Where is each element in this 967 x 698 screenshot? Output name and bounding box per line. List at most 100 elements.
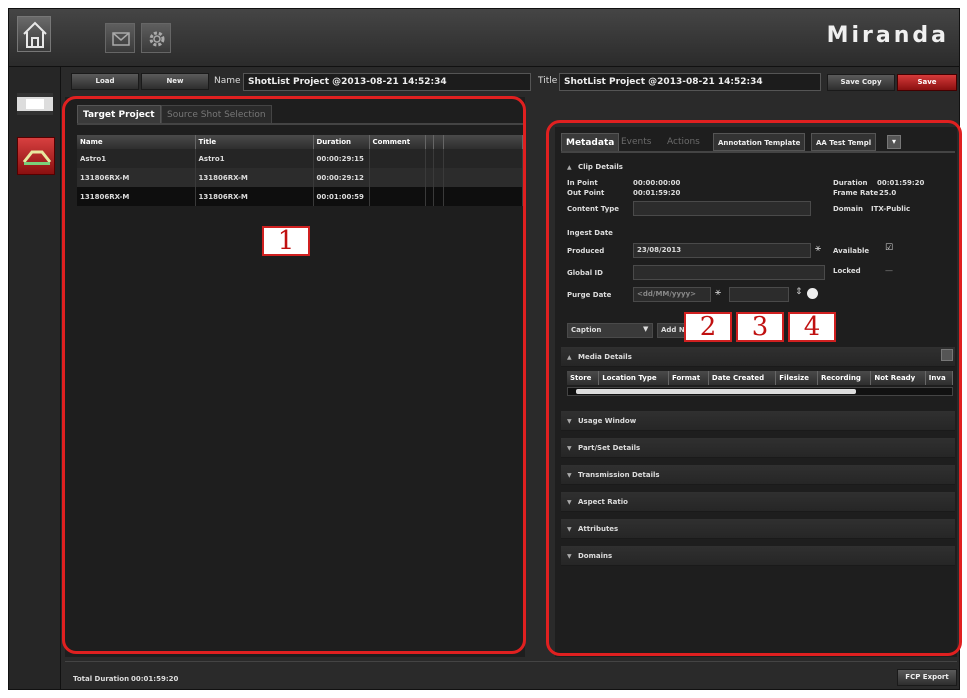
brand-logo: Miranda <box>826 23 949 48</box>
aspect-ratio-section[interactable]: ▼ Aspect Ratio <box>561 492 955 512</box>
domain-label: Domain <box>833 205 864 213</box>
clock-icon[interactable] <box>807 288 818 299</box>
part-set-details-section[interactable]: ▼ Part/Set Details <box>561 438 955 458</box>
column-header-filesize[interactable]: Filesize <box>775 371 818 385</box>
tab-underline <box>77 123 523 125</box>
home-button[interactable] <box>17 16 51 52</box>
film-strip-button[interactable] <box>15 89 55 119</box>
column-header-duration[interactable]: Duration <box>313 135 370 149</box>
column-header-format[interactable]: Format <box>668 371 709 385</box>
column-header-not-ready[interactable]: Not Ready <box>870 371 926 385</box>
save-button[interactable]: Save <box>897 74 957 91</box>
locked-label: Locked <box>833 267 861 275</box>
cell-extra <box>425 187 434 206</box>
tab-metadata[interactable]: Metadata <box>561 133 620 151</box>
expand-icon: ▼ <box>567 499 572 506</box>
tab-annotation-template[interactable]: Annotation Template <box>713 133 806 151</box>
name-label: Name <box>214 76 241 86</box>
attributes-section[interactable]: ▼ Attributes <box>561 519 955 539</box>
purge-date-field[interactable]: <dd/MM/yyyy> <box>633 287 711 302</box>
cell-extra2 <box>433 149 444 168</box>
tab-events[interactable]: Events <box>617 133 655 151</box>
caption-select[interactable]: Caption <box>567 323 653 338</box>
duration-value: 00:01:59:20 <box>877 179 925 187</box>
total-duration-value: 00:01:59:20 <box>131 675 179 683</box>
cell-title: 131806RX-M <box>195 187 314 206</box>
expand-icon: ▼ <box>567 472 572 479</box>
table-row[interactable]: 131806RX-M 131806RX-M 00:01:00:59 <box>77 187 523 206</box>
cell-duration: 00:00:29:12 <box>313 168 370 187</box>
column-header-title[interactable]: Title <box>195 135 314 149</box>
column-header-invalid[interactable]: Inva <box>925 371 954 385</box>
transmission-details-section[interactable]: ▼ Transmission Details <box>561 465 955 485</box>
usage-window-section[interactable]: ▼ Usage Window <box>561 411 955 431</box>
domain-value: ITX-Public <box>871 205 911 213</box>
clip-details-header[interactable]: ▲ Clip Details <box>561 157 955 177</box>
scrollbar-thumb[interactable] <box>576 389 856 394</box>
purge-time-field[interactable] <box>729 287 789 302</box>
locked-checkbox[interactable]: — <box>885 266 893 275</box>
calendar-icon[interactable]: ⚹ <box>815 243 821 254</box>
column-header-name[interactable]: Name <box>77 135 196 149</box>
tab-source-shot-selection[interactable]: Source Shot Selection <box>161 105 272 123</box>
content-type-label: Content Type <box>567 205 620 213</box>
expand-icon: ▼ <box>567 445 572 452</box>
callout-3: 3 <box>736 312 784 342</box>
title-field[interactable]: ShotList Project @2013-08-21 14:52:34 <box>559 73 821 91</box>
column-header-recording[interactable]: Recording <box>817 371 872 385</box>
load-button[interactable]: Load <box>71 73 139 90</box>
produced-field[interactable]: 23/08/2013 <box>633 243 811 258</box>
cell-name: 131806RX-M <box>77 168 196 187</box>
film-icon <box>17 93 53 115</box>
cell-duration: 00:00:29:15 <box>313 149 370 168</box>
timeline-icon <box>22 150 52 165</box>
mail-button[interactable] <box>105 23 135 53</box>
produced-label: Produced <box>567 247 605 255</box>
out-point-label: Out Point <box>567 189 605 197</box>
new-button[interactable]: New <box>141 73 209 90</box>
column-header-comment[interactable]: Comment <box>369 135 426 149</box>
cell-name: 131806RX-M <box>77 187 196 206</box>
media-details-header[interactable]: ▲ Media Details <box>561 347 955 367</box>
settings-button[interactable] <box>141 23 171 53</box>
content-type-field[interactable] <box>633 201 811 216</box>
tab-actions[interactable]: Actions <box>663 133 704 151</box>
tab-target-project[interactable]: Target Project <box>77 105 161 123</box>
tab-aa-test-template[interactable]: AA Test Templ <box>811 133 877 151</box>
frame-rate-value: 25.0 <box>879 189 897 197</box>
available-checkbox[interactable]: ☑ <box>885 243 893 253</box>
metadata-panel: Metadata Events Actions Annotation Templ… <box>555 127 957 657</box>
tab-underline <box>561 151 955 153</box>
media-details-title: Media Details <box>578 353 632 361</box>
global-id-field[interactable] <box>633 265 825 280</box>
out-point-value: 00:01:59:20 <box>633 189 681 197</box>
in-point-label: In Point <box>567 179 598 187</box>
cell-extra <box>425 168 434 187</box>
purge-calendar-icon[interactable]: ⚹ <box>715 287 721 298</box>
media-table: Store Location Type Format Date Created … <box>567 371 954 385</box>
available-label: Available <box>833 247 870 255</box>
time-stepper[interactable]: ⇕ <box>795 287 803 297</box>
table-row[interactable]: Astro1 Astro1 00:00:29:15 <box>77 149 523 168</box>
column-header-extra <box>425 135 434 149</box>
template-dropdown-arrow[interactable]: ▾ <box>887 135 901 149</box>
callout-1: 1 <box>262 226 310 256</box>
section-label: Domains <box>578 552 613 560</box>
name-field[interactable]: ShotList Project @2013-08-21 14:52:34 <box>243 73 531 91</box>
fcp-export-button[interactable]: FCP Export <box>897 669 957 686</box>
save-copy-button[interactable]: Save Copy <box>827 74 895 91</box>
left-rail <box>9 67 61 689</box>
cell-fill <box>443 187 523 206</box>
column-header-location-type[interactable]: Location Type <box>598 371 669 385</box>
media-options-button[interactable] <box>941 349 953 361</box>
table-row[interactable]: 131806RX-M 131806RX-M 00:00:29:12 <box>77 168 523 187</box>
ingest-date-label: Ingest Date <box>567 229 613 237</box>
column-header-store[interactable]: Store <box>567 371 600 385</box>
section-label: Transmission Details <box>578 471 660 479</box>
horizontal-scrollbar[interactable] <box>567 387 953 396</box>
expand-icon: ▼ <box>567 418 572 425</box>
shotlist-button[interactable] <box>17 137 55 175</box>
footer-divider <box>65 661 957 662</box>
domains-section[interactable]: ▼ Domains <box>561 546 955 566</box>
column-header-date-created[interactable]: Date Created <box>708 371 777 385</box>
